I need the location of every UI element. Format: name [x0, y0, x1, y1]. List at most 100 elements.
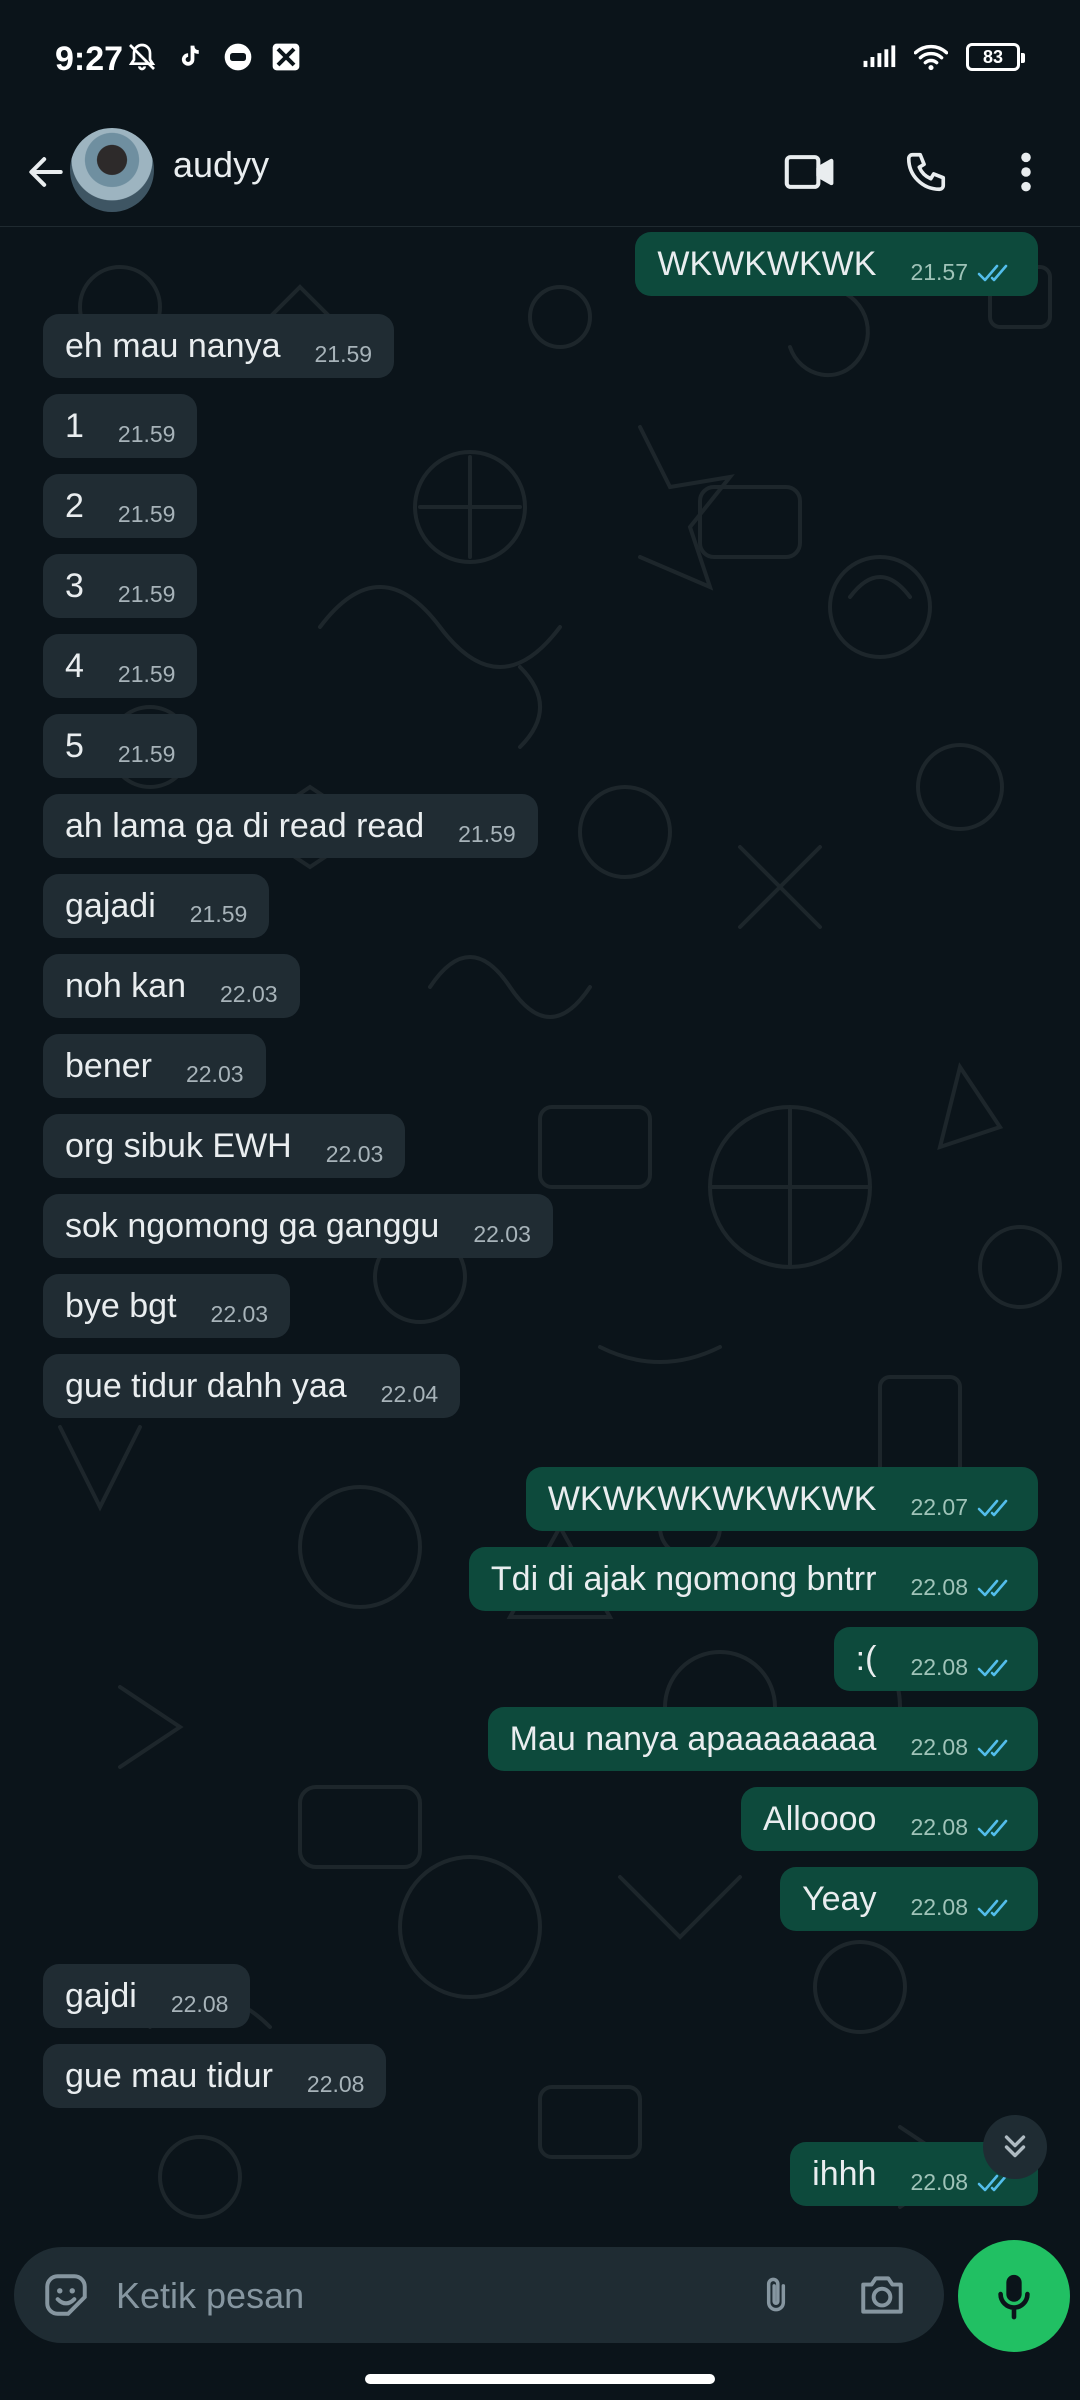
- incoming-message[interactable]: noh kan 22.03: [43, 954, 300, 1018]
- message-meta: 22.08: [876, 2169, 1016, 2206]
- message-text: noh kan: [65, 966, 186, 1005]
- voice-message-button[interactable]: [958, 2240, 1070, 2352]
- incoming-message[interactable]: bener 22.03: [43, 1034, 266, 1098]
- message-time: 22.08: [910, 1814, 968, 1840]
- message-text: sok ngomong ga ganggu: [65, 1206, 440, 1245]
- voice-call-button[interactable]: [894, 140, 958, 204]
- message-meta: 21.59: [424, 821, 516, 858]
- message-time: 22.08: [910, 1734, 968, 1760]
- incoming-message[interactable]: 1 21.59: [43, 394, 198, 458]
- message-text: ihhh: [812, 2154, 877, 2193]
- message-input[interactable]: [114, 2267, 718, 2325]
- attach-button[interactable]: [744, 2263, 808, 2327]
- home-indicator[interactable]: [365, 2374, 715, 2384]
- incoming-message[interactable]: bye bgt 22.03: [43, 1274, 291, 1338]
- voice-call-icon: [906, 152, 946, 192]
- message-text: ah lama ga di read read: [65, 806, 425, 845]
- incoming-message[interactable]: 2 21.59: [43, 474, 198, 538]
- tiktok-icon: [173, 40, 207, 74]
- status-system-icons: 83: [862, 40, 1025, 74]
- message-time: 22.03: [325, 1141, 384, 1167]
- message-time: 21.59: [314, 341, 373, 367]
- message-meta: 21.57: [876, 259, 1016, 296]
- incoming-message[interactable]: eh mau nanya 21.59: [43, 314, 395, 378]
- read-receipt-icon: [976, 1576, 1016, 1600]
- back-button[interactable]: [14, 140, 78, 204]
- read-receipt-icon: [976, 261, 1016, 285]
- message-meta: 22.03: [186, 981, 278, 1018]
- camera-button[interactable]: [850, 2263, 914, 2327]
- contact-name[interactable]: audyy: [173, 144, 269, 186]
- incoming-message[interactable]: 5 21.59: [43, 714, 198, 778]
- video-call-button[interactable]: [778, 140, 842, 204]
- message-text: Yeay: [802, 1879, 877, 1918]
- message-text: bener: [65, 1046, 152, 1085]
- outgoing-message[interactable]: Alloooo 22.08: [741, 1787, 1038, 1851]
- message-text: WKWKWKWK: [657, 244, 877, 283]
- outgoing-message[interactable]: WKWKWKWKWKWK 22.07: [525, 1467, 1038, 1531]
- message-time: 21.59: [189, 901, 248, 927]
- message-text: org sibuk EWH: [65, 1126, 292, 1165]
- outgoing-message[interactable]: WKWKWKWK 21.57: [635, 232, 1038, 296]
- message-meta: 22.03: [292, 1141, 384, 1178]
- outgoing-message[interactable]: Yeay 22.08: [780, 1867, 1038, 1931]
- attach-icon: [766, 2277, 786, 2312]
- outgoing-message[interactable]: :( 22.08: [833, 1627, 1038, 1691]
- message-time: 22.04: [380, 1381, 439, 1407]
- app-icon: [269, 40, 303, 74]
- outgoing-message[interactable]: Mau nanya apaaaaaaaa 22.08: [487, 1707, 1038, 1771]
- incoming-message[interactable]: gue mau tidur 22.08: [43, 2044, 387, 2108]
- incoming-message[interactable]: gue tidur dahh yaa 22.04: [43, 1354, 461, 1418]
- bell-off-icon: [125, 40, 159, 74]
- status-bar: 9:27 83: [0, 0, 1080, 118]
- message-meta: 22.08: [876, 1894, 1016, 1931]
- message-meta: 22.08: [876, 1574, 1016, 1611]
- incoming-message[interactable]: org sibuk EWH 22.03: [43, 1114, 406, 1178]
- incoming-message[interactable]: gajadi 21.59: [43, 874, 270, 938]
- chat-area[interactable]: WKWKWKWK 21.57 eh mau nanya 21.59 1 21.59 2 21.…: [0, 227, 1080, 2237]
- read-receipt-icon: [976, 1816, 1016, 1840]
- incoming-message[interactable]: ah lama ga di read read 21.59: [43, 794, 538, 858]
- more-options-icon: [1021, 152, 1031, 192]
- message-time: 21.57: [910, 259, 968, 285]
- message-text: 1: [65, 406, 84, 445]
- message-time: 21.59: [117, 741, 176, 767]
- message-time: 22.03: [185, 1061, 244, 1087]
- message-text: Tdi di ajak ngomong bntrr: [490, 1559, 877, 1598]
- message-text: :(: [855, 1639, 877, 1678]
- message-text: 3: [65, 566, 84, 605]
- message-meta: 22.08: [876, 1814, 1016, 1851]
- read-receipt-icon: [976, 1896, 1016, 1920]
- outgoing-message[interactable]: Tdi di ajak ngomong bntrr 22.08: [468, 1547, 1038, 1611]
- incoming-message[interactable]: 3 21.59: [43, 554, 198, 618]
- message-meta: 21.59: [84, 421, 176, 458]
- scroll-to-bottom-button[interactable]: [983, 2115, 1047, 2179]
- message-meta: 21.59: [281, 341, 373, 378]
- message-time: 21.59: [117, 421, 176, 447]
- message-meta: 22.08: [876, 1654, 1016, 1691]
- more-options-button[interactable]: [994, 140, 1058, 204]
- avatar[interactable]: [70, 128, 154, 212]
- read-receipt-icon: [976, 1736, 1016, 1760]
- read-receipt-icon: [976, 1656, 1016, 1680]
- incoming-message[interactable]: sok ngomong ga ganggu 22.03: [43, 1194, 553, 1258]
- message-meta: 22.08: [273, 2071, 365, 2108]
- message-icon: [221, 40, 255, 74]
- message-time: 21.59: [117, 501, 176, 527]
- incoming-message[interactable]: 4 21.59: [43, 634, 198, 698]
- camera-icon: [861, 2276, 903, 2314]
- message-time: 22.08: [910, 1654, 968, 1680]
- read-receipt-icon: [976, 1496, 1016, 1520]
- message-meta: 21.59: [84, 581, 176, 618]
- message-text: WKWKWKWKWKWK: [547, 1479, 877, 1518]
- message-meta: 22.03: [177, 1301, 269, 1338]
- message-text: 5: [65, 726, 84, 765]
- message-meta: 22.03: [152, 1061, 244, 1098]
- message-time: 22.07: [910, 1494, 968, 1520]
- incoming-message[interactable]: gajdi 22.08: [43, 1964, 251, 2028]
- message-text: eh mau nanya: [65, 326, 281, 365]
- emoji-button[interactable]: [34, 2263, 98, 2327]
- double-chevron-down-icon: [1004, 2135, 1026, 2158]
- message-time: 22.03: [473, 1221, 531, 1247]
- mic-icon: [998, 2274, 1030, 2320]
